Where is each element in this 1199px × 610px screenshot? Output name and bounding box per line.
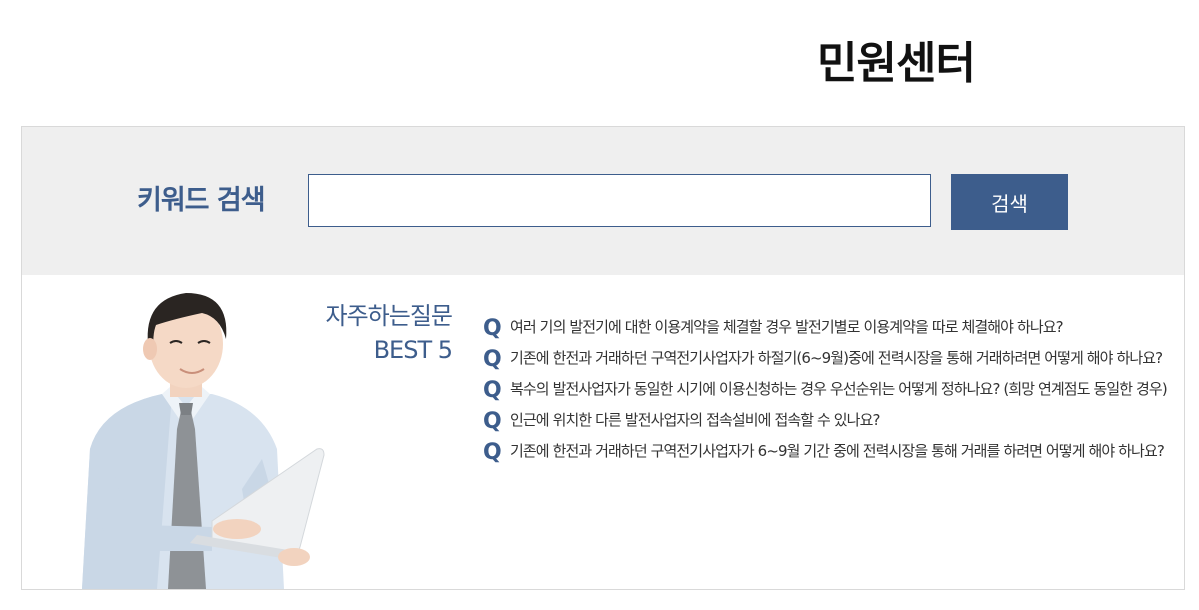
faq-item[interactable]: Q 기존에 한전과 거래하던 구역전기사업자가 하절기(6~9월)중에 전력시장…	[482, 344, 1172, 373]
faq-question[interactable]: 여러 기의 발전기에 대한 이용계약을 체결할 경우 발전기별로 이용계약을 따…	[510, 318, 1064, 336]
q-marker-icon: Q	[483, 378, 502, 403]
faq-heading-title: 자주하는질문	[325, 302, 453, 330]
faq-list: Q 여러 기의 발전기에 대한 이용계약을 체결할 경우 발전기별로 이용계약을…	[482, 313, 1172, 468]
faq-question[interactable]: 인근에 위치한 다른 발전사업자의 접속설비에 접속할 수 있나요?	[510, 411, 880, 429]
faq-item[interactable]: Q 인근에 위치한 다른 발전사업자의 접속설비에 접속할 수 있나요?	[482, 406, 1172, 435]
page-title: 민원센터	[817, 38, 976, 89]
q-marker-icon: Q	[483, 347, 502, 372]
faq-item[interactable]: Q 복수의 발전사업자가 동일한 시기에 이용신청하는 경우 우선순위는 어떻게…	[482, 375, 1172, 404]
faq-question[interactable]: 복수의 발전사업자가 동일한 시기에 이용신청하는 경우 우선순위는 어떻게 정…	[510, 380, 1168, 398]
keyword-search-bar: 키워드 검색 검색	[22, 127, 1184, 275]
search-label: 키워드 검색	[137, 185, 266, 216]
q-marker-icon: Q	[483, 409, 502, 434]
search-button[interactable]: 검색	[951, 174, 1068, 230]
faq-heading-subtitle: BEST 5	[373, 336, 453, 364]
faq-item[interactable]: Q 여러 기의 발전기에 대한 이용계약을 체결할 경우 발전기별로 이용계약을…	[482, 313, 1172, 342]
q-marker-icon: Q	[483, 440, 502, 465]
faq-item[interactable]: Q 기존에 한전과 거래하던 구역전기사업자가 6~9월 기간 중에 전력시장을…	[482, 437, 1172, 466]
faq-question[interactable]: 기존에 한전과 거래하던 구역전기사업자가 6~9월 기간 중에 전력시장을 통…	[510, 442, 1165, 460]
faq-heading: 자주하는질문 BEST 5	[292, 299, 453, 367]
civil-service-panel: 키워드 검색 검색 자주하는질문 BEST 5 Q 여러 기의 발전기에 대한 …	[21, 126, 1185, 590]
q-marker-icon: Q	[483, 316, 502, 341]
search-input[interactable]	[308, 174, 931, 227]
faq-question[interactable]: 기존에 한전과 거래하던 구역전기사업자가 하절기(6~9월)중에 전력시장을 …	[510, 349, 1163, 367]
